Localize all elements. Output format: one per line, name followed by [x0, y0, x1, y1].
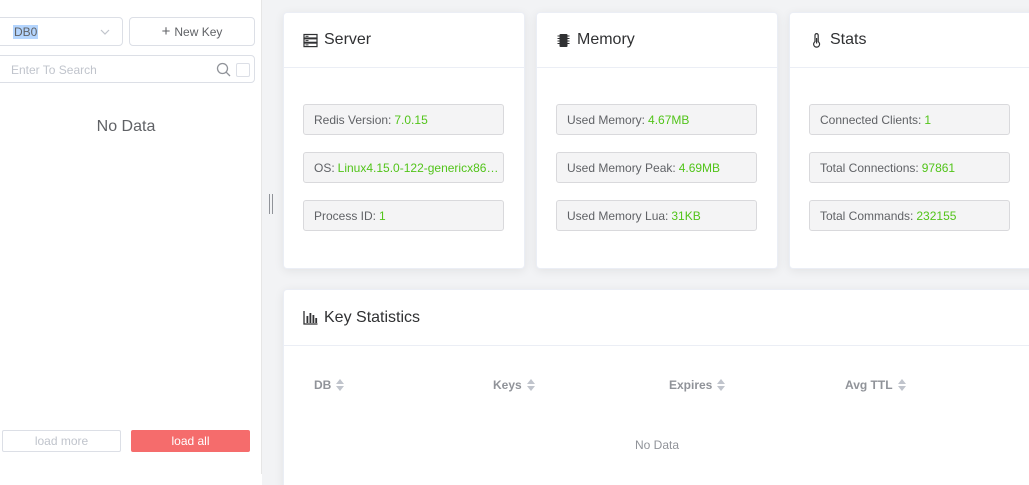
column-label: DB — [314, 378, 332, 392]
connected-clients-row: Connected Clients: 1 — [809, 104, 1010, 135]
search-input[interactable] — [11, 61, 201, 78]
column-label: Avg TTL — [845, 378, 893, 392]
redis-version-row: Redis Version: 7.0.15 — [303, 104, 504, 135]
column-label: Expires — [669, 378, 713, 392]
row-value: 1 — [379, 208, 386, 223]
server-card: Server Redis Version: 7.0.15 OS: Linux4.… — [283, 12, 525, 269]
memory-card: Memory Used Memory: 4.67MB Used Memory P… — [536, 12, 778, 269]
row-label: Used Memory Lua: — [567, 208, 669, 223]
new-key-label: New Key — [174, 24, 223, 39]
table-header-row: DB Keys Expires Avg TTL — [284, 378, 1029, 398]
server-card-header: Server — [284, 13, 524, 68]
bar-chart-icon — [303, 311, 318, 325]
os-row: OS: Linux4.15.0-122-genericx86_64 — [303, 152, 504, 183]
total-commands-row: Total Commands: 232155 — [809, 200, 1010, 231]
row-value: 4.67MB — [648, 112, 690, 127]
db-select[interactable]: DB0 — [0, 17, 123, 46]
row-label: Total Connections: — [820, 160, 919, 175]
row-label: Used Memory Peak: — [567, 160, 676, 175]
column-header-expires[interactable]: Expires — [669, 378, 726, 392]
sort-caret-icon[interactable] — [526, 379, 535, 391]
row-label: Total Commands: — [820, 208, 914, 223]
exact-match-checkbox[interactable] — [236, 63, 250, 77]
db-select-value: DB0 — [13, 25, 39, 39]
used-memory-row: Used Memory: 4.67MB — [556, 104, 757, 135]
key-statistics-header: Key Statistics — [284, 290, 1029, 346]
search-icon[interactable] — [216, 62, 231, 77]
process-id-row: Process ID: 1 — [303, 200, 504, 231]
stats-card-header: Stats — [790, 13, 1029, 68]
load-more-button[interactable]: load more — [2, 430, 121, 452]
row-value: 1 — [924, 112, 932, 127]
stats-card-title: Stats — [830, 31, 867, 48]
memory-card-header: Memory — [537, 13, 777, 68]
memory-card-title: Memory — [577, 31, 635, 48]
server-card-title: Server — [324, 31, 372, 48]
new-key-button[interactable]: + New Key — [129, 17, 255, 46]
row-label: Used Memory: — [567, 112, 646, 127]
column-header-keys[interactable]: Keys — [493, 378, 535, 392]
column-header-db[interactable]: DB — [314, 378, 345, 392]
chevron-down-icon — [100, 29, 110, 35]
key-statistics-card: Key Statistics DB Keys Expires Avg TTL N… — [283, 289, 1029, 485]
sort-caret-icon[interactable] — [336, 379, 345, 391]
row-label: Redis Version: — [314, 112, 392, 127]
key-statistics-title: Key Statistics — [324, 308, 421, 326]
row-value: 97861 — [921, 160, 956, 175]
used-memory-lua-row: Used Memory Lua: 31KB — [556, 200, 757, 231]
server-icon — [303, 33, 318, 47]
row-value: 7.0.15 — [394, 112, 428, 127]
pane-resize-handle[interactable] — [269, 194, 275, 214]
column-label: Keys — [493, 378, 522, 392]
memory-chip-icon — [557, 33, 570, 47]
row-value: Linux4.15.0-122-genericx86_64 — [337, 160, 503, 175]
thermometer-icon — [813, 32, 821, 48]
column-header-avg-ttl[interactable]: Avg TTL — [845, 378, 906, 392]
used-memory-peak-row: Used Memory Peak: 4.69MB — [556, 152, 757, 183]
row-label: Process ID: — [314, 208, 377, 223]
row-value: 4.69MB — [678, 160, 721, 175]
table-empty-text: No Data — [634, 438, 680, 452]
row-label: OS: — [314, 160, 335, 175]
status-panel: Server Redis Version: 7.0.15 OS: Linux4.… — [262, 0, 1029, 485]
load-all-button[interactable]: load all — [131, 430, 250, 452]
sort-caret-icon[interactable] — [897, 379, 906, 391]
row-label: Connected Clients: — [820, 112, 922, 127]
key-search-box — [0, 55, 255, 83]
row-value: 31KB — [671, 208, 701, 223]
key-list-empty-text: No Data — [96, 118, 156, 135]
key-list-panel: DB0 + New Key No Data load more load all — [0, 0, 262, 474]
row-value: 232155 — [916, 208, 957, 223]
sort-caret-icon[interactable] — [717, 379, 726, 391]
plus-icon: + — [161, 22, 171, 40]
total-connections-row: Total Connections: 97861 — [809, 152, 1010, 183]
stats-card: Stats Connected Clients: 1 Total Connect… — [789, 12, 1029, 269]
